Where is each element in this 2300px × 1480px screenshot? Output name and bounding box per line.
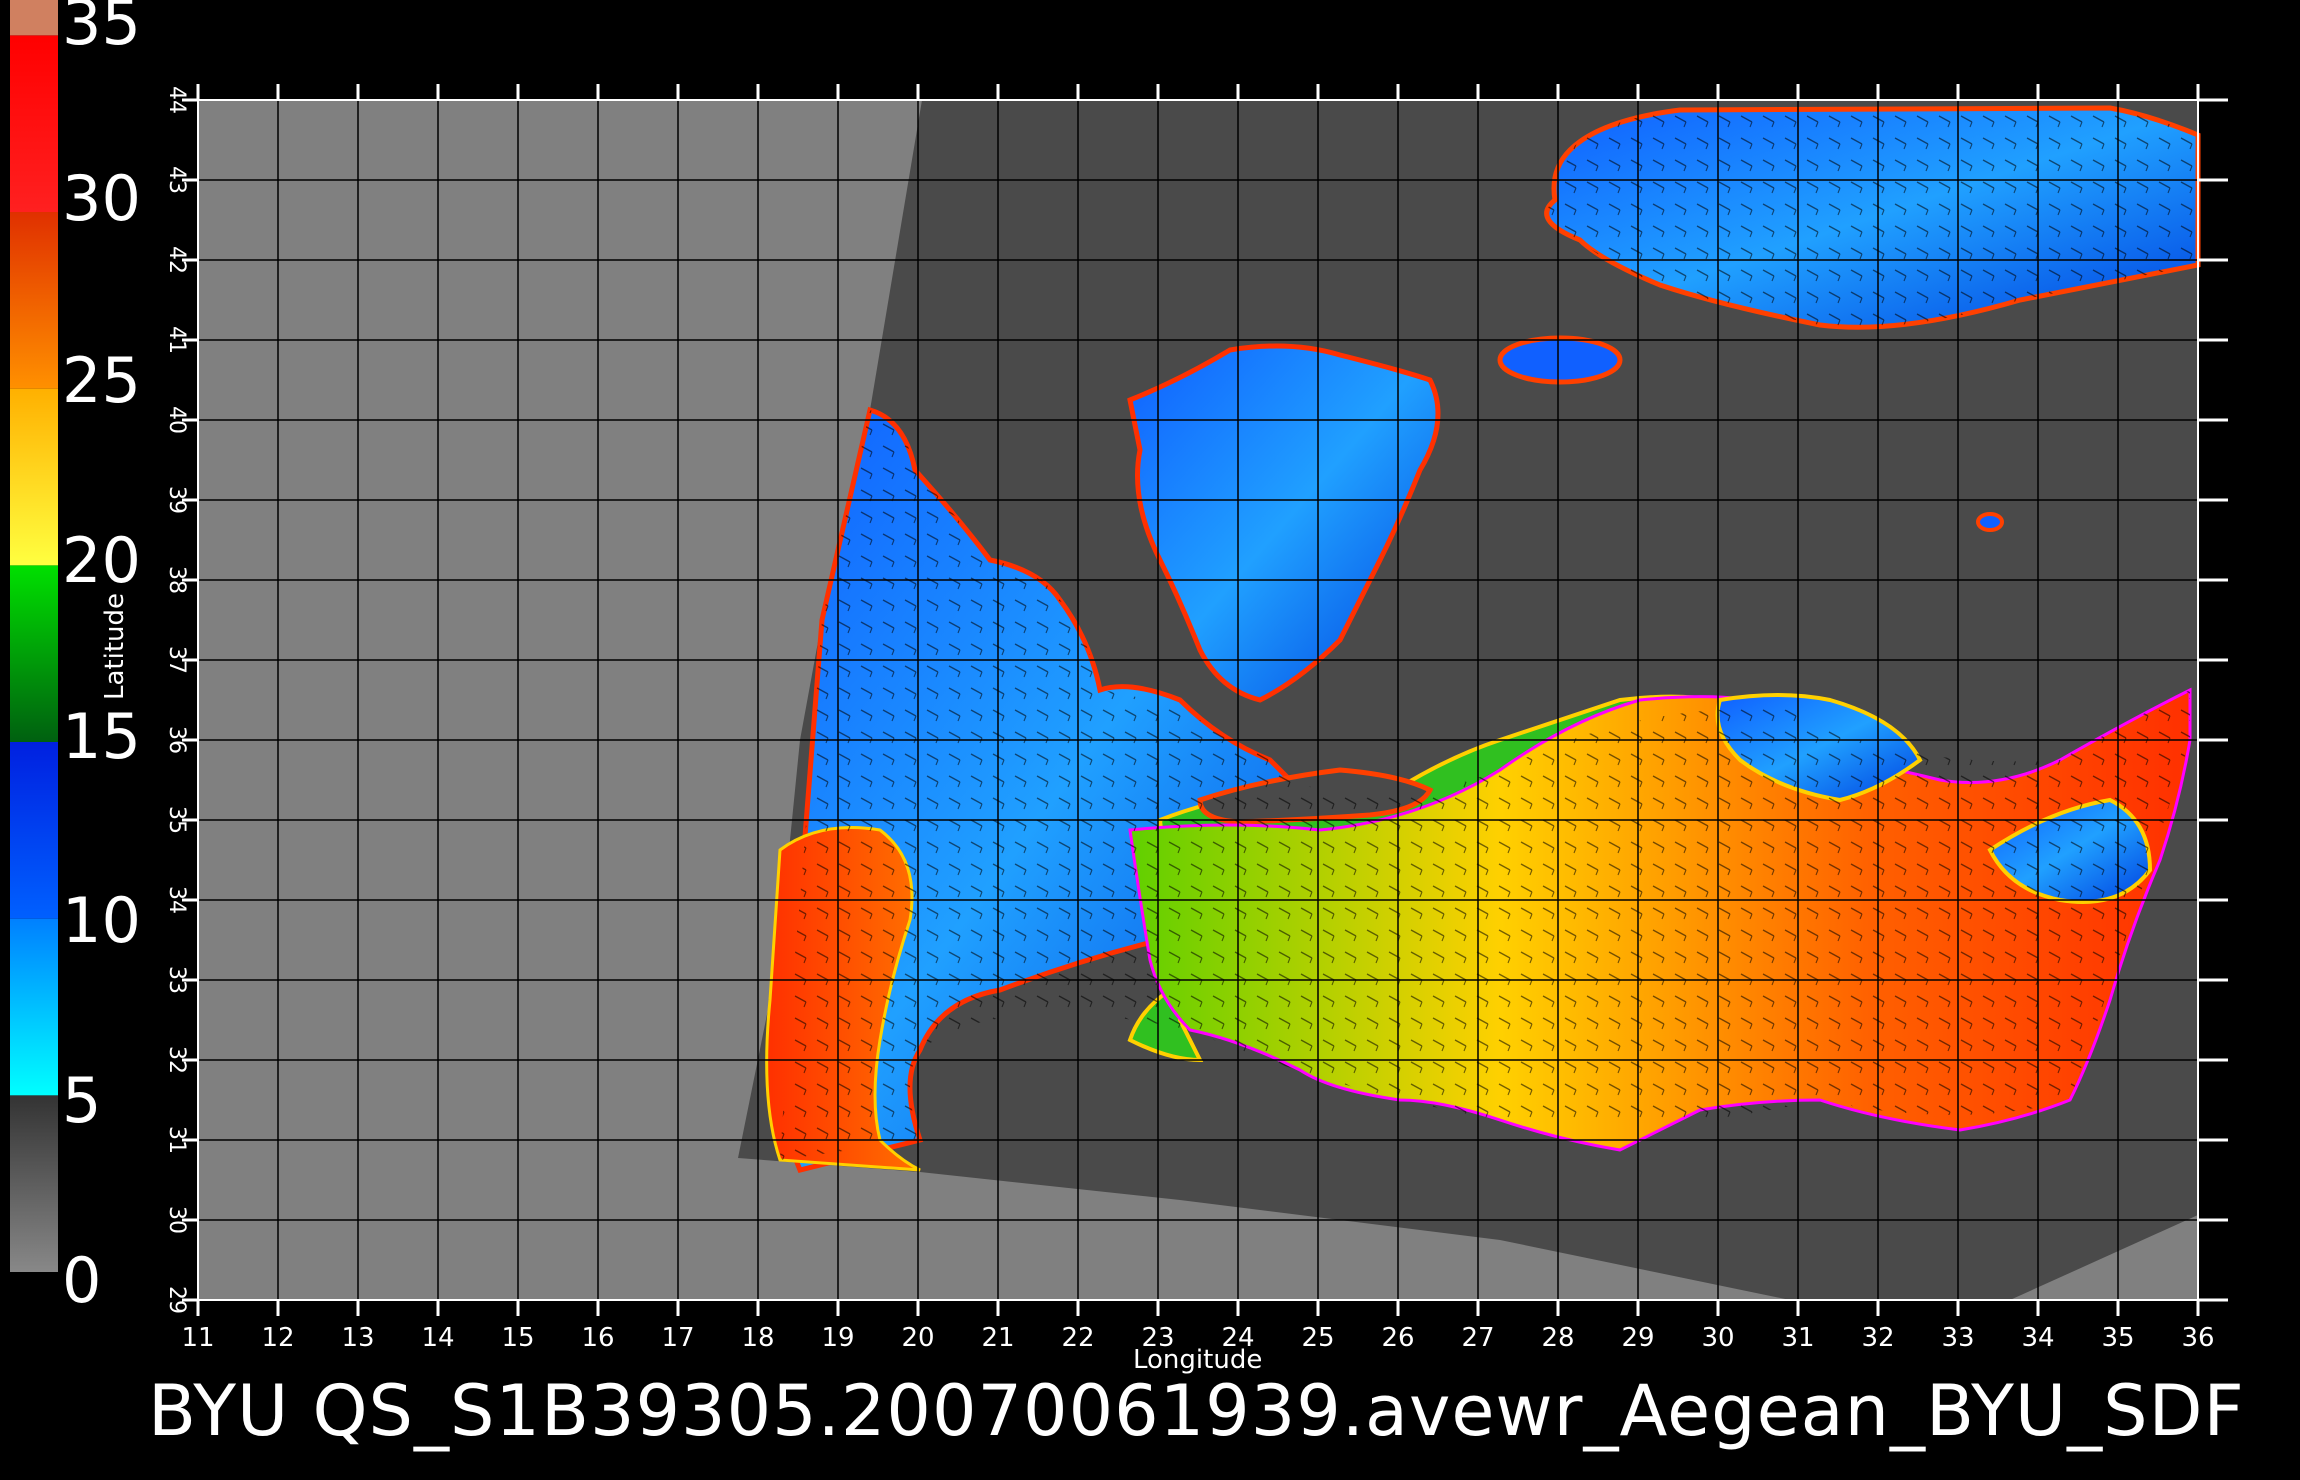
latitude-tick-labels: 29 30 31 32 33 34 35 36 37 38 39 40 41 42 43 44 [164, 86, 189, 1314]
colorbar-label-30: 30 [62, 162, 141, 235]
colorbar-band [10, 742, 58, 919]
y-tick-label: 39 [164, 486, 189, 514]
y-tick-label: 43 [164, 166, 189, 194]
colorbar-band [10, 388, 58, 566]
x-tick-label: 33 [1941, 1323, 1974, 1353]
colorbar-label-5: 5 [62, 1064, 102, 1137]
x-tick-label: 19 [821, 1323, 854, 1353]
x-tick-label: 15 [501, 1323, 534, 1353]
colorbar [10, 0, 58, 1272]
y-tick-label: 32 [164, 1046, 189, 1074]
x-tick-label: 32 [1861, 1323, 1894, 1353]
x-tick-label: 29 [1621, 1323, 1654, 1353]
x-tick-label: 17 [661, 1323, 694, 1353]
x-tick-label: 28 [1541, 1323, 1574, 1353]
x-tick-label: 35 [2101, 1323, 2134, 1353]
x-tick-label: 13 [341, 1323, 374, 1353]
colorbar-label-0: 0 [62, 1244, 102, 1317]
x-tick-label: 34 [2021, 1323, 2054, 1353]
y-tick-label: 33 [164, 966, 189, 994]
x-tick-label: 16 [581, 1323, 614, 1353]
x-tick-label: 11 [181, 1323, 214, 1353]
y-tick-label: 36 [164, 726, 189, 754]
x-tick-label: 36 [2181, 1323, 2214, 1353]
x-tick-label: 25 [1301, 1323, 1334, 1353]
y-tick-label: 34 [164, 886, 189, 914]
image-caption: BYU QS_S1B39305.20070061939.avewr_Aegean… [148, 1370, 2245, 1452]
y-axis-title: Latitude [100, 592, 130, 700]
x-tick-label: 30 [1701, 1323, 1734, 1353]
x-tick-label: 12 [261, 1323, 294, 1353]
colorbar-label-10: 10 [62, 884, 141, 957]
colorbar-band [10, 918, 58, 1096]
colorbar-label-25: 25 [62, 344, 141, 417]
y-tick-label: 31 [164, 1126, 189, 1154]
colorbar-band [10, 0, 58, 36]
x-tick-label: 22 [1061, 1323, 1094, 1353]
y-tick-label: 38 [164, 566, 189, 594]
y-tick-label: 41 [164, 326, 189, 354]
y-tick-label: 44 [164, 86, 189, 114]
y-tick-label: 37 [164, 646, 189, 674]
colorbar-band [10, 35, 58, 213]
colorbar-label-35: 35 [62, 0, 141, 59]
y-tick-label: 29 [164, 1286, 189, 1314]
x-tick-label: 18 [741, 1323, 774, 1353]
x-tick-label: 21 [981, 1323, 1014, 1353]
x-tick-label: 26 [1381, 1323, 1414, 1353]
colorbar-band [10, 1095, 58, 1272]
x-tick-label: 20 [901, 1323, 934, 1353]
y-tick-label: 35 [164, 806, 189, 834]
y-tick-label: 30 [164, 1206, 189, 1234]
colorbar-label-15: 15 [62, 700, 141, 773]
island-patch [1976, 512, 2004, 532]
x-tick-label: 31 [1781, 1323, 1814, 1353]
colorbar-label-20: 20 [62, 524, 141, 597]
colorbar-band [10, 565, 58, 742]
island-patch [1497, 335, 1623, 385]
y-tick-label: 40 [164, 406, 189, 434]
wind-map: 11 12 13 14 15 16 17 18 19 20 21 22 23 24 25 26 27 28 29 30… [10, 0, 2228, 1353]
y-tick-label: 42 [164, 246, 189, 274]
x-tick-label: 14 [421, 1323, 454, 1353]
colorbar-band [10, 212, 58, 389]
x-tick-label: 27 [1461, 1323, 1494, 1353]
